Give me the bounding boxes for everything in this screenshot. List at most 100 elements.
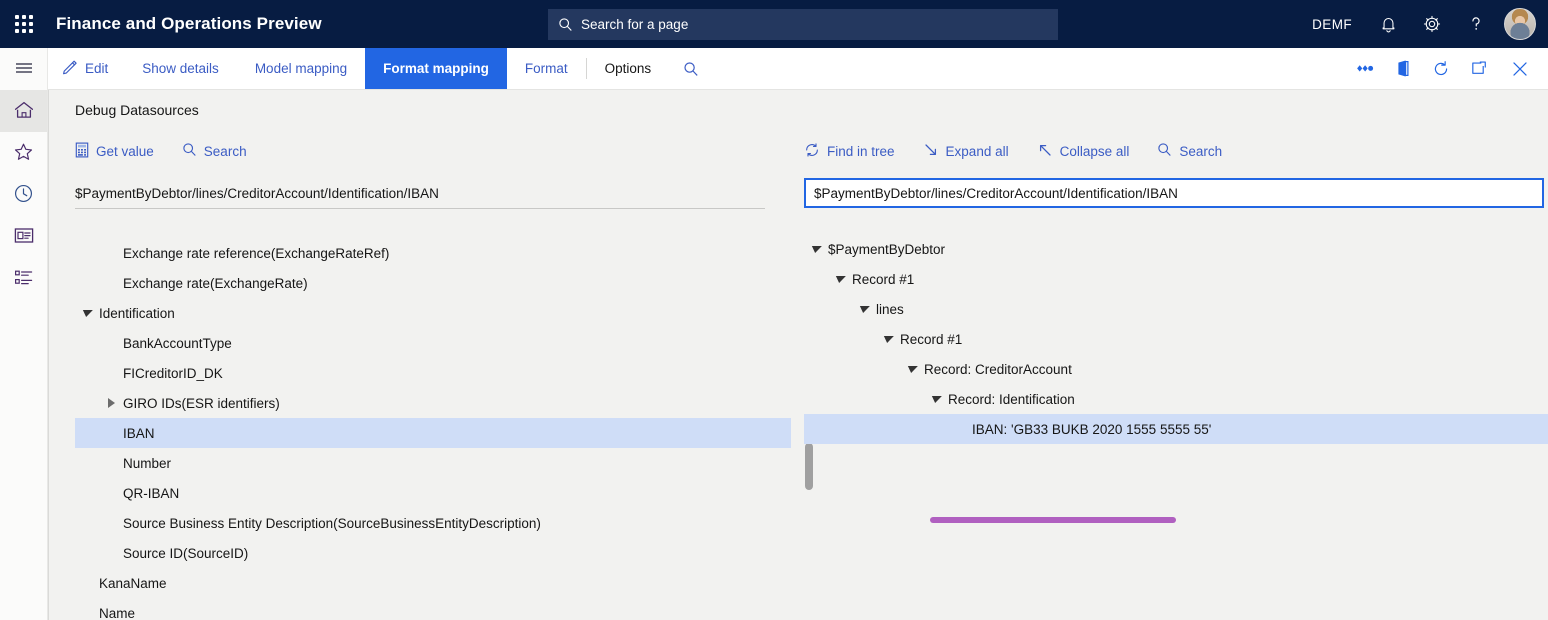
- tab-model-mapping[interactable]: Model mapping: [237, 48, 365, 89]
- expander-collapse[interactable]: [75, 309, 99, 317]
- tree-row-exchange-rate[interactable]: Exchange rate(ExchangeRate): [75, 268, 791, 298]
- app-root: Finance and Operations Preview Search fo…: [0, 0, 1548, 620]
- tree-row-iban[interactable]: IBAN: [75, 418, 791, 448]
- app-launcher-grid: [15, 15, 33, 33]
- tree-row-identification[interactable]: Identification: [75, 298, 791, 328]
- tree-row-label: Identification: [99, 306, 175, 321]
- tree-row-giro-ids[interactable]: GIRO IDs(ESR identifiers): [75, 388, 791, 418]
- tree-row-label: GIRO IDs(ESR identifiers): [123, 396, 280, 411]
- datasource-pane: Get value Search $PaymentByDebtor/li: [49, 130, 791, 620]
- tree-row-kananame[interactable]: KanaName: [75, 568, 791, 598]
- result-path-input[interactable]: $PaymentByDebtor/lines/CreditorAccount/I…: [804, 178, 1544, 208]
- expander-collapse[interactable]: [876, 335, 900, 343]
- tab-format[interactable]: Format: [507, 48, 586, 89]
- sidebar-item-recent[interactable]: [0, 174, 47, 216]
- expander-collapse[interactable]: [924, 395, 948, 403]
- result-row-iban-value[interactable]: IBAN: 'GB33 BUKB 2020 1555 5555 55': [804, 414, 1548, 444]
- result-row-line-record-1[interactable]: Record #1: [804, 324, 1548, 354]
- left-navigation-rail: [0, 48, 48, 620]
- sidebar-item-home[interactable]: [0, 90, 47, 132]
- tab-edit[interactable]: Edit: [48, 48, 124, 89]
- collapse-arrow-icon: [1037, 142, 1053, 161]
- action-pane-tabstrip: Edit Show details Model mapping Format m…: [48, 48, 1548, 90]
- result-path-value: $PaymentByDebtor/lines/CreditorAccount/I…: [814, 186, 1178, 201]
- tree-row-exchange-rate-reference[interactable]: Exchange rate reference(ExchangeRateRef): [75, 238, 791, 268]
- open-in-office-icon[interactable]: [1384, 48, 1422, 90]
- result-row-paymentbydebtor[interactable]: $PaymentByDebtor: [804, 234, 1548, 264]
- tab-edit-label: Edit: [85, 61, 108, 76]
- datasource-tree: Exchange rate reference(ExchangeRateRef)…: [75, 234, 791, 620]
- refresh-icon[interactable]: [1422, 48, 1460, 90]
- result-row-record-1[interactable]: Record #1: [804, 264, 1548, 294]
- user-avatar[interactable]: [1504, 8, 1536, 40]
- purple-highlight-underline: [930, 517, 1176, 523]
- expander-collapse[interactable]: [900, 365, 924, 373]
- tab-show-details[interactable]: Show details: [124, 48, 237, 89]
- tree-row-bankaccounttype[interactable]: BankAccountType: [75, 328, 791, 358]
- datasource-path-value: $PaymentByDebtor/lines/CreditorAccount/I…: [75, 186, 439, 201]
- result-row-lines[interactable]: lines: [804, 294, 1548, 324]
- result-row-label: Record: CreditorAccount: [924, 362, 1072, 377]
- global-search-input[interactable]: Search for a page: [548, 9, 1058, 40]
- expander-collapse[interactable]: [852, 305, 876, 313]
- result-tree: $PaymentByDebtor Record #1 lines: [804, 234, 1548, 620]
- refresh-circular-icon: [804, 142, 820, 161]
- open-in-new-window-icon[interactable]: [1460, 48, 1498, 90]
- sidebar-item-workspaces[interactable]: [0, 216, 47, 258]
- sidebar-item-favorites[interactable]: [0, 132, 47, 174]
- tree-row-label: FICreditorID_DK: [123, 366, 223, 381]
- result-row-identification[interactable]: Record: Identification: [804, 384, 1548, 414]
- close-icon[interactable]: [1498, 48, 1542, 90]
- personalize-icon[interactable]: [1346, 48, 1384, 90]
- tree-row-label: BankAccountType: [123, 336, 232, 351]
- page-title: Debug Datasources: [49, 90, 1548, 118]
- tree-row-ficreditorid-dk[interactable]: FICreditorID_DK: [75, 358, 791, 388]
- tree-row-label: Source ID(SourceID): [123, 546, 248, 561]
- tree-row-label: KanaName: [99, 576, 167, 591]
- sidebar-item-navigation-menu[interactable]: [0, 48, 47, 90]
- result-command-row: Find in tree Expand all: [804, 136, 1548, 166]
- tree-row-label: QR-IBAN: [123, 486, 179, 501]
- result-search-button[interactable]: Search: [1157, 142, 1250, 160]
- question-mark-icon[interactable]: [1454, 0, 1498, 48]
- get-value-button[interactable]: Get value: [75, 142, 182, 161]
- star-icon: [13, 142, 34, 165]
- tree-row-source-business-entity-description[interactable]: Source Business Entity Description(Sourc…: [75, 508, 791, 538]
- result-row-label: $PaymentByDebtor: [828, 242, 945, 257]
- search-icon: [558, 17, 573, 32]
- collapse-all-button[interactable]: Collapse all: [1037, 142, 1158, 161]
- tab-options[interactable]: Options: [587, 48, 670, 89]
- tree-row-label: Exchange rate(ExchangeRate): [123, 276, 308, 291]
- chevron-down-icon: [930, 396, 942, 403]
- tree-row-number[interactable]: Number: [75, 448, 791, 478]
- expander-collapse[interactable]: [828, 275, 852, 283]
- app-title: Finance and Operations Preview: [56, 14, 322, 34]
- tree-row-name[interactable]: Name: [75, 598, 791, 620]
- tree-row-source-id[interactable]: Source ID(SourceID): [75, 538, 791, 568]
- expander-expand[interactable]: [99, 398, 123, 408]
- result-search-label: Search: [1179, 144, 1222, 159]
- expander-collapse[interactable]: [804, 245, 828, 253]
- company-selector[interactable]: DEMF: [1298, 17, 1366, 32]
- bell-icon[interactable]: [1366, 0, 1410, 48]
- collapse-all-label: Collapse all: [1060, 144, 1130, 159]
- datasource-path-input[interactable]: $PaymentByDebtor/lines/CreditorAccount/I…: [75, 178, 765, 209]
- tree-row-label: Name: [99, 606, 135, 620]
- app-launcher-icon[interactable]: [0, 0, 48, 48]
- list-icon: [13, 268, 35, 290]
- result-row-creditoraccount[interactable]: Record: CreditorAccount: [804, 354, 1548, 384]
- tab-format-mapping[interactable]: Format mapping: [365, 48, 507, 89]
- chevron-down-icon: [81, 310, 93, 317]
- sidebar-item-modules[interactable]: [0, 258, 47, 300]
- gear-icon[interactable]: [1410, 0, 1454, 48]
- tabstrip-search-icon[interactable]: [669, 48, 713, 89]
- tree-row-qr-iban[interactable]: QR-IBAN: [75, 478, 791, 508]
- result-row-label: Record: Identification: [948, 392, 1075, 407]
- datasource-search-button[interactable]: Search: [182, 142, 275, 160]
- result-row-label: lines: [876, 302, 904, 317]
- panes-container: Get value Search $PaymentByDebtor/li: [49, 130, 1548, 620]
- expand-all-button[interactable]: Expand all: [923, 142, 1037, 161]
- hamburger-icon: [14, 60, 34, 79]
- result-row-label: Record #1: [900, 332, 962, 347]
- find-in-tree-button[interactable]: Find in tree: [804, 142, 923, 161]
